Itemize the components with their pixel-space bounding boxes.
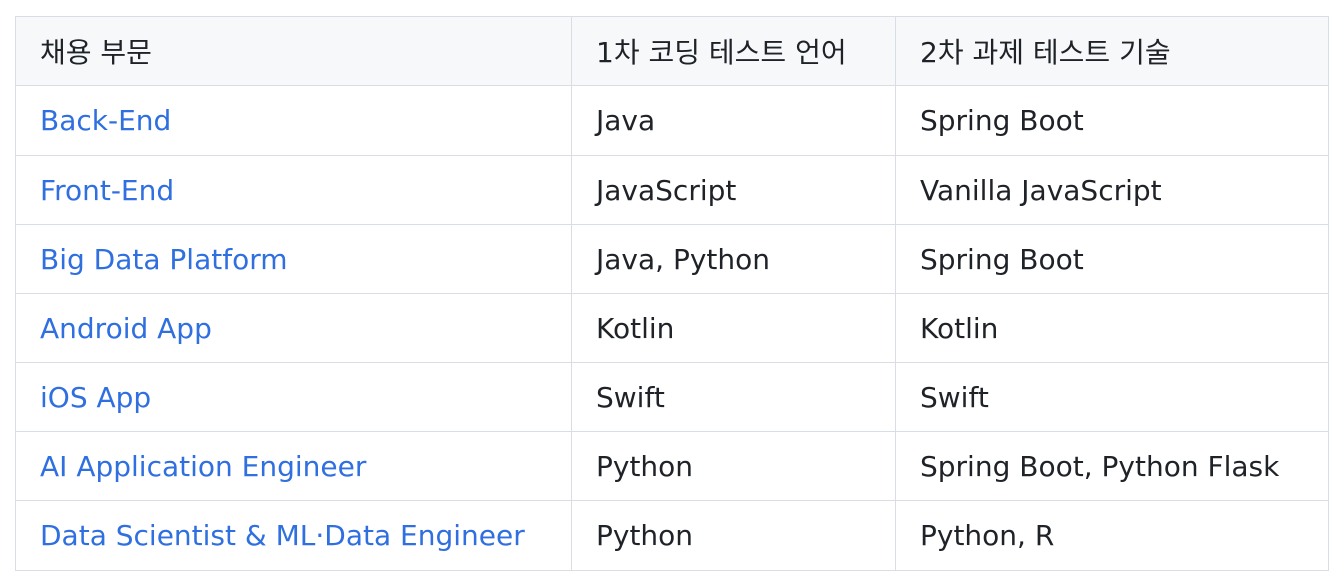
department-cell: Android App [15, 293, 572, 363]
assignment-tech-cell: Spring Boot [895, 85, 1329, 156]
coding-language-cell: Swift [571, 362, 896, 432]
table-row: Big Data Platform Java, Python Spring Bo… [15, 224, 1329, 294]
department-link-front-end[interactable]: Front-End [40, 174, 174, 207]
department-cell: Front-End [15, 155, 572, 225]
table-row: Data Scientist & ML·Data Engineer Python… [15, 500, 1329, 571]
assignment-tech-cell: Spring Boot [895, 224, 1329, 294]
department-cell: Back-End [15, 85, 572, 156]
header-row: 채용 부문 1차 코딩 테스트 언어 2차 과제 테스트 기술 [15, 16, 1329, 86]
department-cell: AI Application Engineer [15, 431, 572, 501]
header-department: 채용 부문 [15, 16, 572, 86]
coding-language-cell: Java, Python [571, 224, 896, 294]
header-assignment-tech: 2차 과제 테스트 기술 [895, 16, 1329, 86]
table-row: Back-End Java Spring Boot [15, 85, 1329, 156]
coding-language-cell: Python [571, 500, 896, 571]
department-link-android-app[interactable]: Android App [40, 312, 212, 345]
department-link-ai-application-engineer[interactable]: AI Application Engineer [40, 450, 366, 483]
department-link-big-data-platform[interactable]: Big Data Platform [40, 243, 288, 276]
assignment-tech-cell: Vanilla JavaScript [895, 155, 1329, 225]
table-row: iOS App Swift Swift [15, 362, 1329, 432]
assignment-tech-cell: Kotlin [895, 293, 1329, 363]
recruit-table: 채용 부문 1차 코딩 테스트 언어 2차 과제 테스트 기술 Back-End… [15, 16, 1329, 571]
coding-language-cell: JavaScript [571, 155, 896, 225]
coding-language-cell: Java [571, 85, 896, 156]
table-body: Back-End Java Spring Boot Front-End Java… [15, 85, 1329, 571]
department-cell: Data Scientist & ML·Data Engineer [15, 500, 572, 571]
coding-language-cell: Kotlin [571, 293, 896, 363]
department-cell: Big Data Platform [15, 224, 572, 294]
header-coding-language: 1차 코딩 테스트 언어 [571, 16, 896, 86]
assignment-tech-cell: Python, R [895, 500, 1329, 571]
assignment-tech-cell: Swift [895, 362, 1329, 432]
department-link-data-scientist-ml-data-engineer[interactable]: Data Scientist & ML·Data Engineer [40, 519, 525, 552]
department-cell: iOS App [15, 362, 572, 432]
table-row: AI Application Engineer Python Spring Bo… [15, 431, 1329, 501]
coding-language-cell: Python [571, 431, 896, 501]
table-header: 채용 부문 1차 코딩 테스트 언어 2차 과제 테스트 기술 [15, 16, 1329, 86]
assignment-tech-cell: Spring Boot, Python Flask [895, 431, 1329, 501]
table-row: Android App Kotlin Kotlin [15, 293, 1329, 363]
recruit-table-container: 채용 부문 1차 코딩 테스트 언어 2차 과제 테스트 기술 Back-End… [15, 16, 1329, 571]
department-link-back-end[interactable]: Back-End [40, 104, 171, 137]
department-link-ios-app[interactable]: iOS App [40, 381, 151, 414]
table-row: Front-End JavaScript Vanilla JavaScript [15, 155, 1329, 225]
